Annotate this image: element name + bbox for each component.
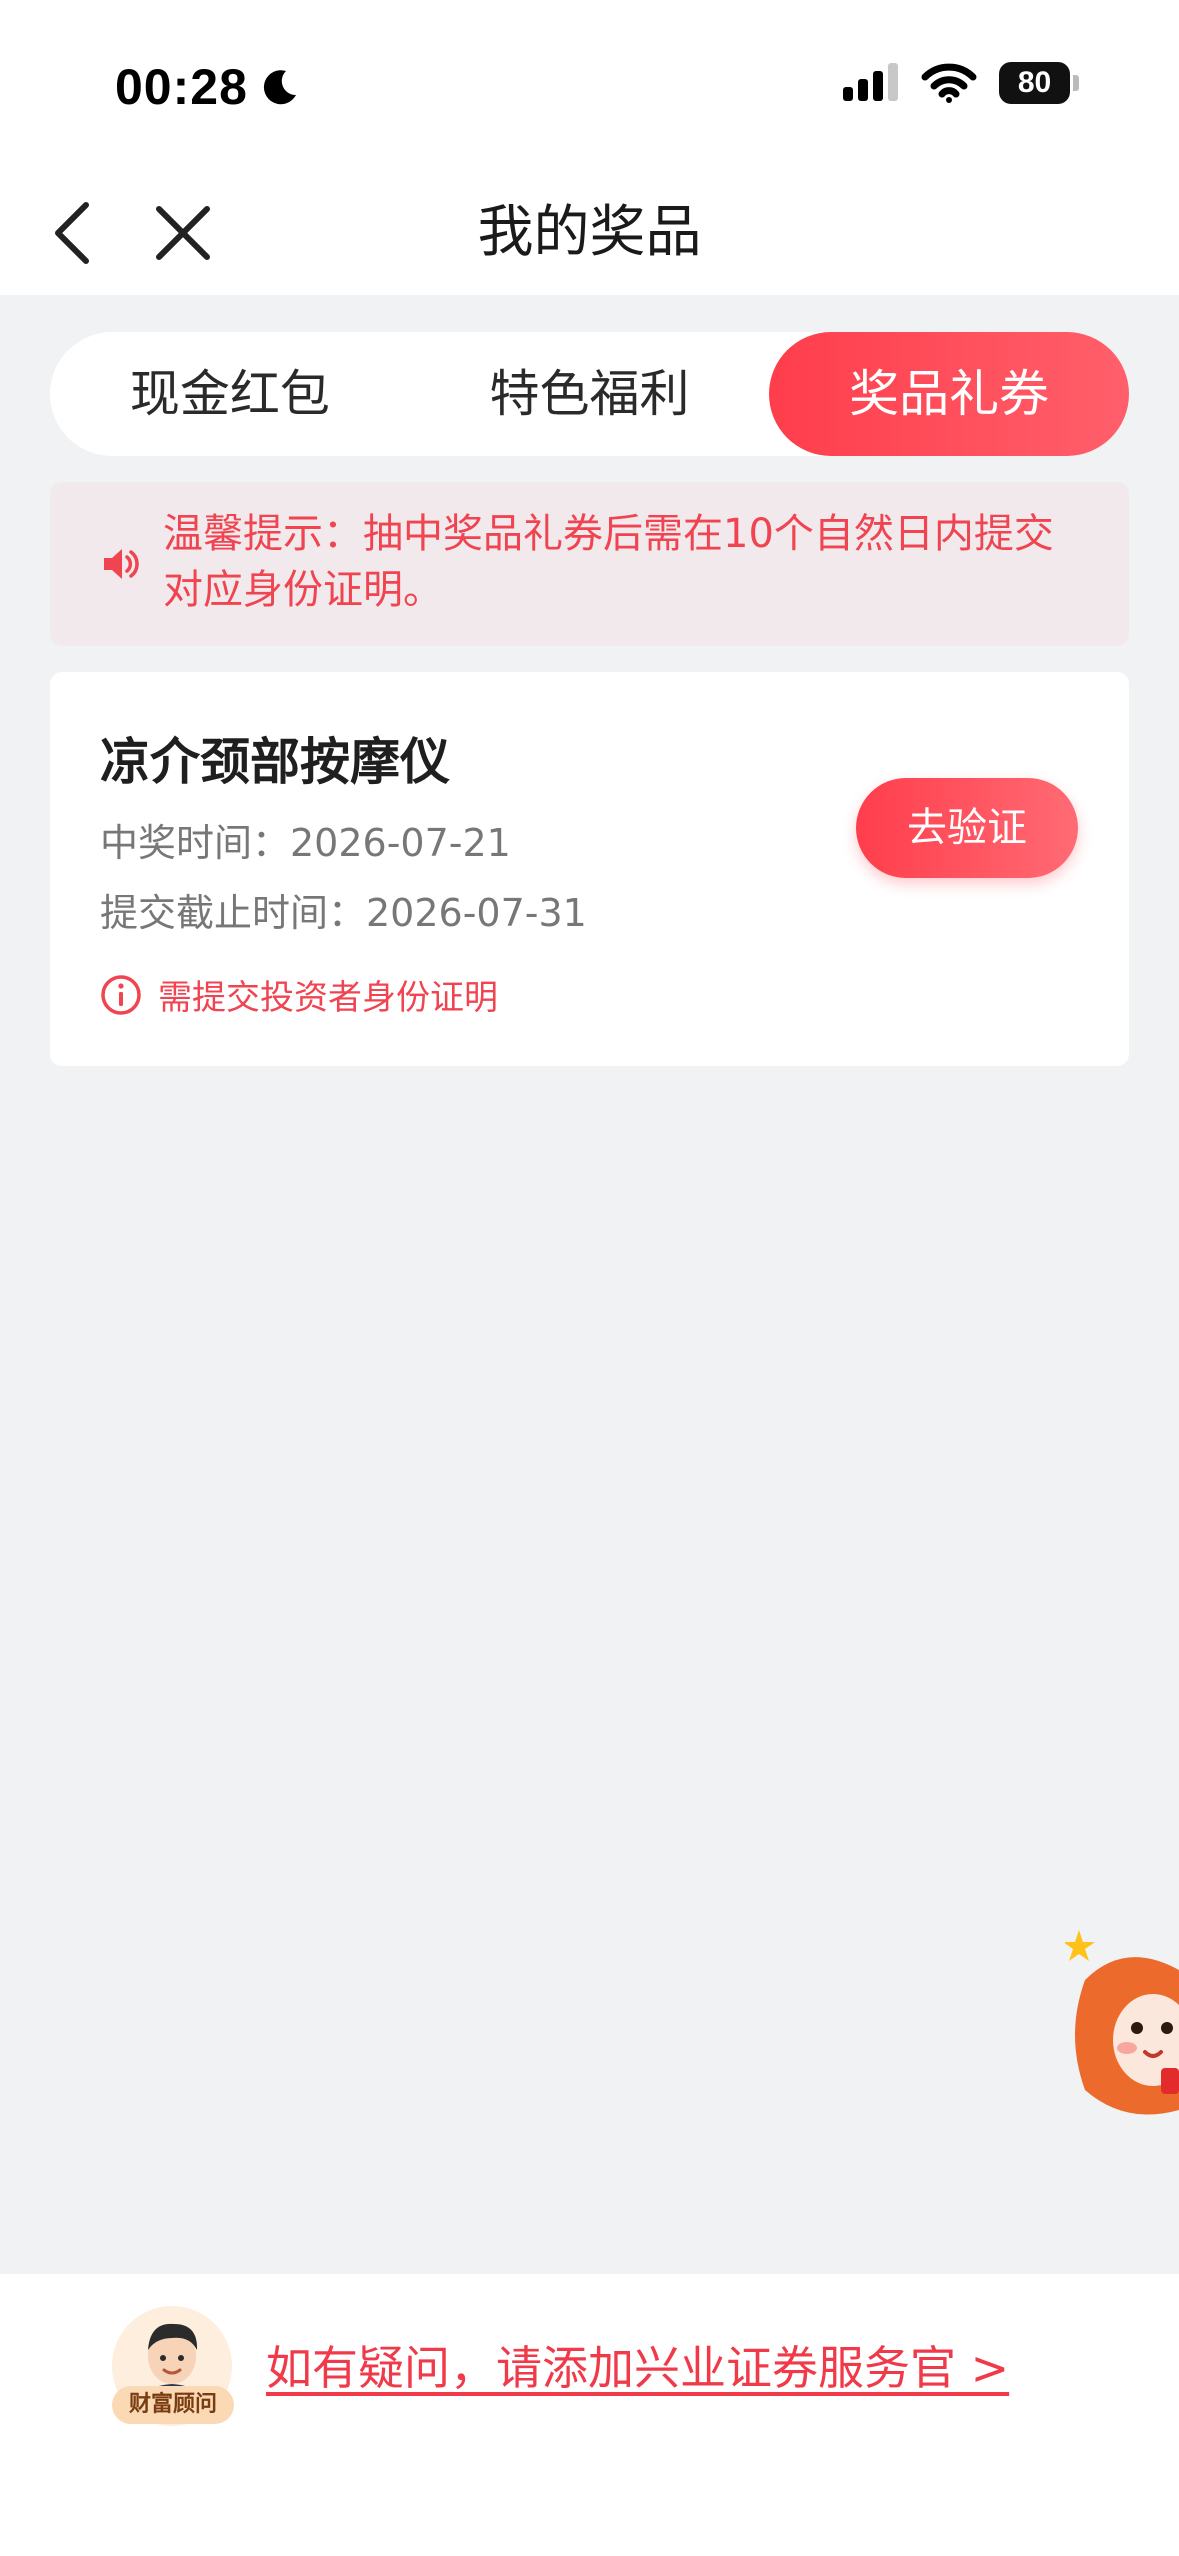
battery-level: 80 — [999, 62, 1071, 104]
status-time-text: 00:28 — [115, 59, 248, 115]
prize-tabs: 现金红包 特色福利 奖品礼券 — [50, 332, 1130, 456]
requirement-note: 需提交投资者身份证明 — [100, 970, 498, 1019]
tab-cash-red-packet[interactable]: 现金红包 — [50, 332, 410, 456]
wifi-icon — [921, 63, 977, 103]
requirement-text: 需提交投资者身份证明 — [158, 978, 498, 1018]
add-service-officer-link[interactable]: 如有疑问，请添加兴业证券服务官 > — [266, 2332, 1009, 2398]
moon-icon — [263, 70, 296, 105]
mascot-floating-icon[interactable] — [1065, 1920, 1179, 2130]
battery-icon: 80 — [999, 62, 1079, 104]
status-bar: 00:28 80 — [0, 0, 1179, 170]
notice-line-1: 温馨提示：抽中奖品礼券后需在10个自然日内提交 — [163, 511, 1054, 557]
status-icons: 80 — [843, 62, 1079, 104]
prize-name: 凉介颈部按摩仪 — [100, 733, 450, 791]
speaker-icon — [104, 549, 139, 579]
prize-card: 凉介颈部按摩仪 中奖时间：2026-07-21 提交截止时间：2026-07-3… — [50, 672, 1129, 1066]
notice-line-2: 对应身份证明。 — [163, 567, 443, 613]
verify-button[interactable]: 去验证 — [856, 778, 1078, 878]
footer-help: 财富顾问 如有疑问，请添加兴业证券服务官 > — [0, 2274, 1179, 2454]
battery-tip — [1073, 75, 1079, 91]
status-time: 00:28 — [115, 58, 302, 116]
page-title: 我的奖品 — [477, 200, 702, 265]
win-time: 中奖时间：2026-07-21 — [100, 821, 511, 865]
tab-special-benefits[interactable]: 特色福利 — [410, 332, 770, 456]
notice-banner: 温馨提示：抽中奖品礼券后需在10个自然日内提交 对应身份证明。 — [50, 482, 1129, 646]
notice-text: 温馨提示：抽中奖品礼券后需在10个自然日内提交 对应身份证明。 — [163, 506, 1113, 618]
info-icon — [101, 974, 141, 1015]
advisor-badge: 财富顾问 — [112, 2386, 234, 2424]
submit-deadline: 提交截止时间：2026-07-31 — [100, 891, 587, 935]
home-indicator-area — [0, 2454, 1179, 2556]
signal-icon — [843, 63, 898, 101]
tab-prize-vouchers[interactable]: 奖品礼券 — [769, 332, 1130, 456]
nav-bar: 我的奖品 — [0, 170, 1179, 295]
